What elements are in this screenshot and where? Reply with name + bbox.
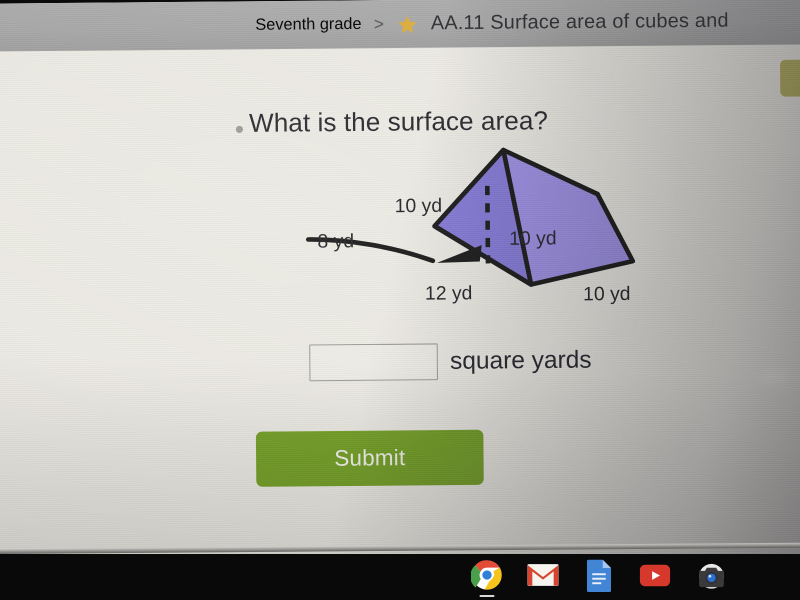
breadcrumb-grade[interactable]: Seventh grade — [255, 15, 361, 34]
label-height: 8 yd — [317, 230, 355, 253]
site-header-bar: Seventh grade > AA.11 Surface area of cu… — [0, 0, 800, 52]
camera-icon[interactable] — [694, 558, 728, 592]
chevron-right-icon: > — [373, 13, 384, 34]
height-leader-arrow — [436, 245, 482, 263]
score-badge[interactable] — [779, 59, 800, 97]
question-bullet-icon — [235, 125, 244, 134]
chrome-active-indicator — [479, 595, 495, 597]
breadcrumb-skill[interactable]: AA.11 Surface area of cubes and — [431, 9, 729, 35]
label-base-length: 12 yd — [424, 282, 473, 305]
star-icon — [396, 14, 419, 36]
label-side-length: 10 yd — [583, 283, 631, 306]
label-prism-depth: 10 yd — [509, 228, 557, 250]
triangular-prism-figure: 10 yd 8 yd 12 yd 10 yd 10 yd — [299, 130, 668, 327]
submit-button[interactable]: Submit — [255, 429, 484, 487]
youtube-icon[interactable] — [638, 558, 672, 592]
answer-unit-label: square yards — [449, 346, 592, 375]
photo-of-screen: Seventh grade > AA.11 Surface area of cu… — [0, 0, 800, 600]
answer-row: square yards — [309, 342, 592, 382]
chrome-icon[interactable] — [470, 558, 504, 597]
label-slant-length: 10 yd — [394, 195, 443, 218]
gmail-icon[interactable] — [526, 558, 560, 592]
chromebook-screen: Seventh grade > AA.11 Surface area of cu… — [0, 0, 800, 587]
breadcrumb: Seventh grade > AA.11 Surface area of cu… — [255, 9, 729, 37]
shelf-icons — [470, 558, 728, 597]
taskbar-shelf — [0, 554, 800, 600]
answer-input[interactable] — [309, 343, 438, 382]
docs-icon[interactable] — [582, 558, 616, 592]
